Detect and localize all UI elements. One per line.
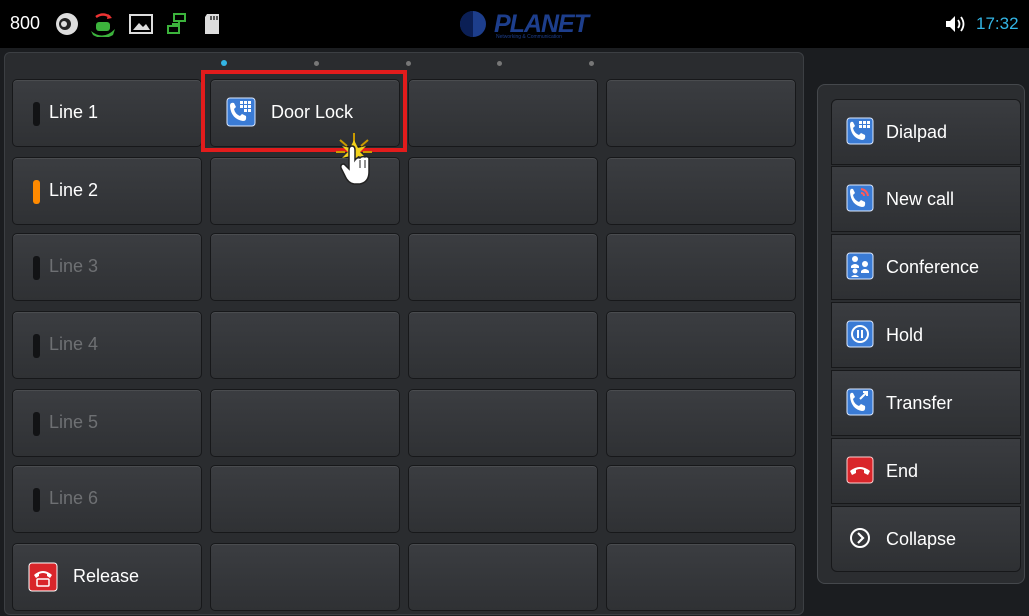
page-indicator-1[interactable] xyxy=(221,60,227,66)
end-call-icon xyxy=(846,456,874,484)
conference-label: Conference xyxy=(886,257,980,277)
line-label: Line 5 xyxy=(49,412,99,432)
hold-label: Hold xyxy=(886,325,924,345)
volume-icon xyxy=(946,16,965,32)
line-status-led xyxy=(33,102,40,126)
sd-card-icon xyxy=(205,14,219,34)
new-call-icon xyxy=(846,184,874,212)
conference-button[interactable]: Conference xyxy=(831,234,1021,300)
collapse-label: Collapse xyxy=(886,529,957,549)
programmable-key[interactable] xyxy=(408,233,598,301)
transfer-button[interactable]: Transfer xyxy=(831,370,1021,436)
programmable-key[interactable] xyxy=(210,465,400,533)
gallery-icon xyxy=(129,14,153,34)
line-3-button[interactable]: Line 3 xyxy=(12,233,202,301)
clock: 17:32 xyxy=(976,14,1019,33)
network-icon xyxy=(167,13,186,34)
line-4-button[interactable]: Line 4 xyxy=(12,311,202,379)
end-call-button[interactable]: End xyxy=(831,438,1021,504)
programmable-key[interactable] xyxy=(606,543,796,611)
extension-number: 800 xyxy=(10,13,41,33)
line-status-led xyxy=(33,256,40,280)
page-indicator-5[interactable] xyxy=(589,61,594,66)
programmable-key[interactable] xyxy=(408,465,598,533)
status-bar: 800 PLANET Networking & Communication 17… xyxy=(0,0,1029,48)
programmable-key[interactable] xyxy=(210,311,400,379)
programmable-key[interactable] xyxy=(606,389,796,457)
programmable-key[interactable] xyxy=(606,311,796,379)
end-label: End xyxy=(886,461,919,481)
hold-icon xyxy=(846,320,874,348)
line-label: Line 2 xyxy=(49,180,99,200)
dialpad-label: Dialpad xyxy=(886,122,948,142)
collapse-button[interactable]: Collapse xyxy=(831,506,1021,572)
line-status-led xyxy=(33,412,40,436)
planet-logo: PLANET Networking & Communication xyxy=(456,8,589,40)
release-button[interactable]: Release xyxy=(12,543,202,611)
line-1-button[interactable]: Line 1 xyxy=(12,79,202,147)
programmable-key[interactable] xyxy=(606,233,796,301)
speaker-icon xyxy=(56,13,78,35)
collapse-icon xyxy=(850,528,870,548)
new-call-label: New call xyxy=(886,189,955,209)
page-indicator-2[interactable] xyxy=(314,61,319,66)
line-6-button[interactable]: Line 6 xyxy=(12,465,202,533)
line-label: Line 6 xyxy=(49,488,99,508)
release-label: Release xyxy=(73,566,140,586)
dialpad-button[interactable]: Dialpad xyxy=(831,99,1021,165)
line-label: Line 1 xyxy=(49,102,99,122)
hand-cursor-icon xyxy=(336,133,372,185)
line-status-led xyxy=(33,334,40,358)
page-indicator-3[interactable] xyxy=(406,61,411,66)
programmable-key[interactable] xyxy=(408,543,598,611)
programmable-key[interactable] xyxy=(210,543,400,611)
line-status-led xyxy=(33,180,40,204)
new-call-button[interactable]: New call xyxy=(831,166,1021,232)
programmable-key[interactable] xyxy=(408,389,598,457)
page-indicator-4[interactable] xyxy=(497,61,502,66)
programmable-key[interactable] xyxy=(606,157,796,225)
transfer-icon xyxy=(846,388,874,416)
release-phone-icon xyxy=(28,562,58,592)
programmable-key[interactable] xyxy=(606,465,796,533)
line-2-button[interactable]: Line 2 xyxy=(12,157,202,225)
conference-icon xyxy=(846,252,874,280)
programmable-key[interactable] xyxy=(408,311,598,379)
transfer-label: Transfer xyxy=(886,393,953,413)
programmable-key[interactable] xyxy=(606,79,796,147)
line-5-button[interactable]: Line 5 xyxy=(12,389,202,457)
line-status-led xyxy=(33,488,40,512)
programmable-key[interactable] xyxy=(210,389,400,457)
line-label: Line 3 xyxy=(49,256,99,276)
hold-button[interactable]: Hold xyxy=(831,302,1021,368)
programmable-key[interactable] xyxy=(408,79,598,147)
line-label: Line 4 xyxy=(49,334,99,354)
call-forward-icon xyxy=(91,13,115,37)
programmable-key[interactable] xyxy=(408,157,598,225)
programmable-key[interactable] xyxy=(210,233,400,301)
dialpad-icon xyxy=(846,117,874,145)
